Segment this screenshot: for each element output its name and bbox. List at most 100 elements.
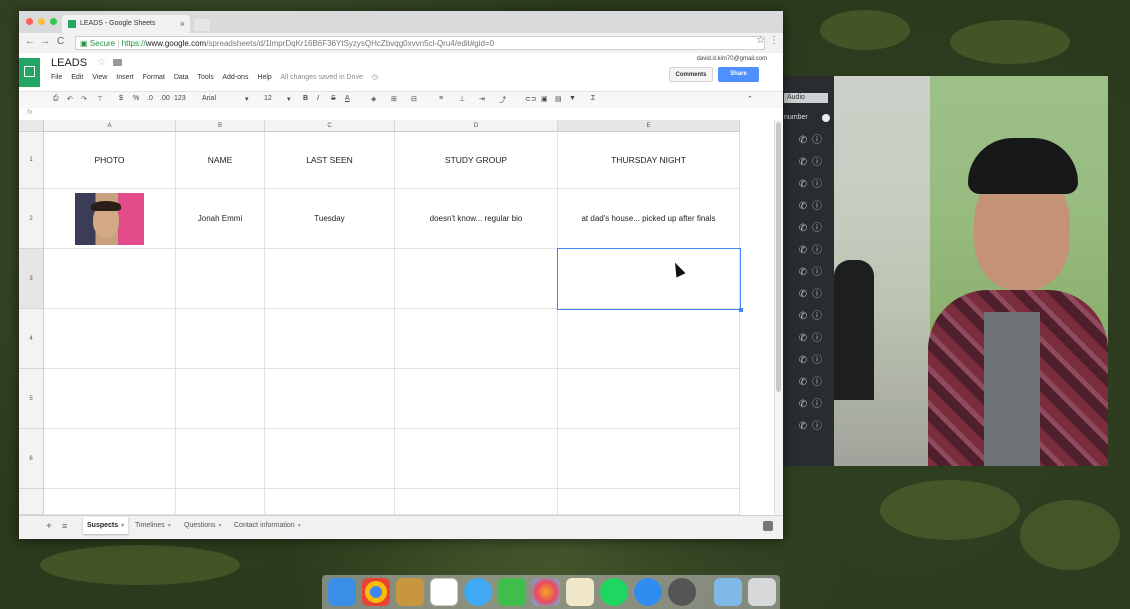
call-row[interactable]: ✆ ⓘ bbox=[796, 331, 830, 347]
paint-format-icon[interactable]: ⊤ bbox=[97, 95, 103, 103]
cell[interactable] bbox=[265, 249, 395, 309]
undo-icon[interactable]: ↶ bbox=[67, 95, 73, 103]
cell-b1[interactable]: NAME bbox=[176, 132, 265, 189]
sheet-tab-contact-information[interactable]: Contact information ▾ bbox=[230, 517, 305, 534]
call-row[interactable]: ✆ ⓘ bbox=[796, 309, 830, 325]
info-icon[interactable]: ⓘ bbox=[810, 309, 824, 325]
call-row[interactable]: ✆ ⓘ bbox=[796, 155, 830, 171]
cell-a2[interactable] bbox=[44, 189, 176, 249]
cell[interactable] bbox=[176, 489, 265, 515]
folder-icon[interactable] bbox=[113, 59, 122, 66]
redo-icon[interactable]: ↷ bbox=[81, 95, 87, 103]
phone-icon[interactable]: ✆ bbox=[796, 353, 810, 369]
history-icon[interactable]: ◷ bbox=[372, 74, 378, 81]
more-formats-dropdown[interactable]: 123 bbox=[174, 95, 186, 102]
row-header[interactable]: 2 bbox=[19, 189, 44, 249]
link-icon[interactable]: ⊂⊃ bbox=[525, 95, 537, 103]
bold-button[interactable]: B bbox=[303, 95, 308, 102]
spotify-icon[interactable] bbox=[600, 578, 628, 606]
cell[interactable] bbox=[265, 489, 395, 515]
downloads-folder-icon[interactable] bbox=[714, 578, 742, 606]
call-row[interactable]: ✆ ⓘ bbox=[796, 397, 830, 413]
info-icon[interactable]: ⓘ bbox=[810, 397, 824, 413]
merge-icon[interactable]: ⊟ bbox=[411, 95, 417, 103]
sheet-tab-timelines[interactable]: Timelines ▾ bbox=[131, 517, 175, 534]
phone-icon[interactable]: ✆ bbox=[796, 397, 810, 413]
call-row[interactable]: ✆ ⓘ bbox=[796, 419, 830, 435]
forward-icon[interactable]: → bbox=[40, 36, 50, 47]
info-icon[interactable]: ⓘ bbox=[810, 287, 824, 303]
sheet-tab-questions[interactable]: Questions ▾ bbox=[180, 517, 226, 534]
user-email[interactable]: david.d.kim70@gmail.com bbox=[697, 56, 767, 62]
print-icon[interactable]: ⎙ bbox=[53, 95, 59, 103]
menu-file[interactable]: File bbox=[51, 74, 62, 81]
cell[interactable] bbox=[176, 249, 265, 309]
cell[interactable] bbox=[395, 429, 558, 489]
url-field[interactable]: ▣ Secure | https://www.google.com/spread… bbox=[75, 36, 765, 50]
call-row[interactable]: ✆ ⓘ bbox=[796, 353, 830, 369]
phone-icon[interactable]: ✆ bbox=[796, 199, 810, 215]
close-window-icon[interactable] bbox=[26, 18, 33, 25]
add-sheet-icon[interactable]: + bbox=[46, 521, 52, 532]
cell-selection[interactable] bbox=[557, 248, 743, 312]
menu-insert[interactable]: Insert bbox=[116, 74, 134, 81]
cell[interactable] bbox=[265, 369, 395, 429]
save-status[interactable]: All changes saved in Drive bbox=[280, 74, 363, 81]
menu-help[interactable]: Help bbox=[257, 74, 271, 81]
minimize-window-icon[interactable] bbox=[38, 18, 45, 25]
cell[interactable] bbox=[44, 489, 176, 515]
phone-icon[interactable]: ✆ bbox=[796, 155, 810, 171]
bookmark-star-icon[interactable]: ☆ bbox=[756, 35, 765, 46]
info-icon[interactable]: ⓘ bbox=[810, 265, 824, 281]
cell-e2[interactable]: at dad's house... picked up after finals bbox=[558, 189, 740, 249]
filter-icon[interactable]: ▼ bbox=[569, 95, 576, 102]
fill-color-icon[interactable]: ◈ bbox=[371, 95, 376, 103]
italic-button[interactable]: I bbox=[317, 95, 319, 102]
column-header[interactable]: D bbox=[395, 120, 558, 132]
chart-icon[interactable]: ▤ bbox=[555, 95, 562, 103]
cell[interactable] bbox=[558, 429, 740, 489]
menu-view[interactable]: View bbox=[92, 74, 107, 81]
borders-icon[interactable]: ⊞ bbox=[391, 95, 397, 103]
vertical-scrollbar[interactable] bbox=[774, 120, 783, 515]
messages-icon[interactable] bbox=[464, 578, 492, 606]
collapse-icon[interactable]: ⌃ bbox=[747, 95, 753, 103]
comment-icon[interactable]: ▣ bbox=[541, 95, 548, 103]
facetime-icon[interactable] bbox=[498, 578, 526, 606]
menu-format[interactable]: Format bbox=[143, 74, 165, 81]
font-dropdown[interactable]: Arial bbox=[202, 95, 216, 102]
calendar-icon[interactable] bbox=[430, 578, 458, 606]
call-row[interactable]: ✆ ⓘ bbox=[796, 199, 830, 215]
cell-d2[interactable]: doesn't know... regular bio bbox=[395, 189, 558, 249]
decimal-decrease-icon[interactable]: .0 bbox=[147, 95, 153, 102]
cell[interactable] bbox=[176, 429, 265, 489]
close-tab-icon[interactable]: × bbox=[180, 15, 185, 33]
system-preferences-icon[interactable] bbox=[668, 578, 696, 606]
phone-icon[interactable]: ✆ bbox=[796, 243, 810, 259]
row-header[interactable]: 4 bbox=[19, 309, 44, 369]
info-icon[interactable]: ⓘ bbox=[810, 353, 824, 369]
all-sheets-icon[interactable]: ≡ bbox=[62, 521, 67, 531]
chevron-down-icon[interactable]: ▾ bbox=[287, 95, 291, 103]
cell[interactable] bbox=[176, 369, 265, 429]
reload-icon[interactable]: C bbox=[57, 36, 64, 47]
cell-a1[interactable]: PHOTO bbox=[44, 132, 176, 189]
call-row[interactable]: ✆ ⓘ bbox=[796, 133, 830, 149]
cell-e1[interactable]: THURSDAY NIGHT bbox=[558, 132, 740, 189]
contacts-icon[interactable] bbox=[396, 578, 424, 606]
currency-icon[interactable]: $ bbox=[119, 95, 123, 102]
cell[interactable] bbox=[395, 489, 558, 515]
scrollbar-thumb[interactable] bbox=[776, 122, 781, 392]
column-header[interactable]: B bbox=[176, 120, 265, 132]
maximize-window-icon[interactable] bbox=[50, 18, 57, 25]
phone-icon[interactable]: ✆ bbox=[796, 133, 810, 149]
call-row[interactable]: ✆ ⓘ bbox=[796, 287, 830, 303]
info-icon[interactable]: ⓘ bbox=[810, 155, 824, 171]
column-header[interactable]: E bbox=[558, 120, 740, 132]
document-title[interactable]: LEADS bbox=[51, 57, 87, 69]
decimal-increase-icon[interactable]: .00 bbox=[160, 95, 170, 102]
call-row[interactable]: ✆ ⓘ bbox=[796, 375, 830, 391]
align-horizontal-icon[interactable]: ≡ bbox=[439, 95, 443, 102]
cell[interactable] bbox=[265, 429, 395, 489]
sheets-logo-icon[interactable] bbox=[19, 58, 40, 87]
